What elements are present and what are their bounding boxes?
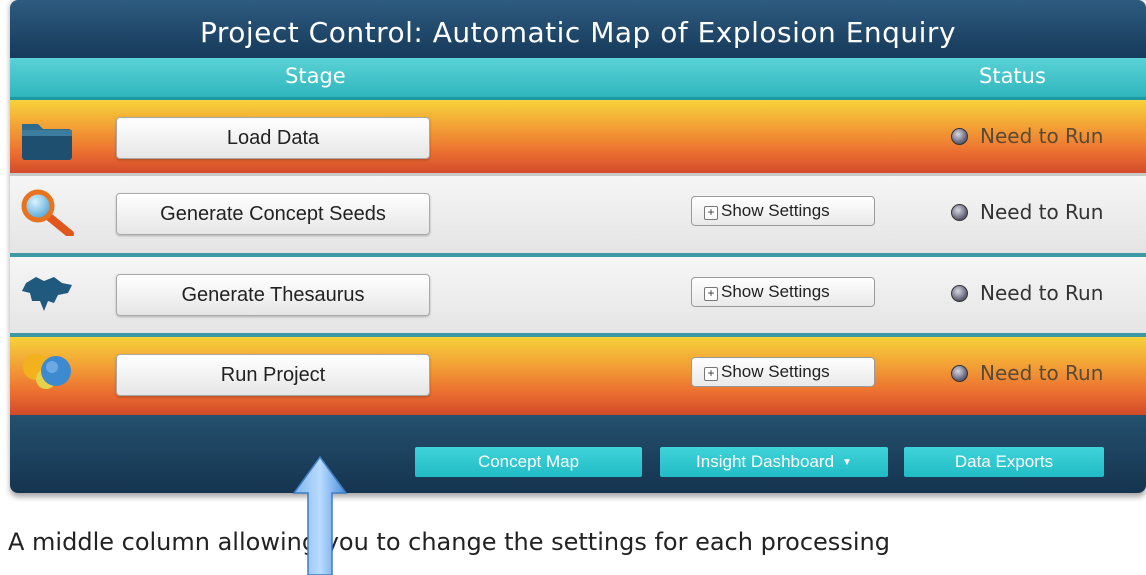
status-indicator-icon [951,128,968,145]
insight-dashboard-label: Insight Dashboard [696,452,835,471]
status-indicator-icon [951,204,968,221]
spheres-icon [23,354,71,389]
map-shape-icon [22,277,72,311]
stage-column-header: Stage [285,64,346,88]
panel-title: Project Control: Automatic Map of Explos… [10,0,1146,58]
run-project-button[interactable]: Run Project [116,354,430,396]
status-text: Need to Run [980,124,1104,148]
status-text: Need to Run [980,200,1104,224]
show-settings-label: Show Settings [721,362,830,381]
generate-concept-seeds-button[interactable]: Generate Concept Seeds [116,193,430,235]
show-settings-label: Show Settings [721,201,830,220]
status-generate-concept-seeds: Need to Run [951,200,1103,224]
column-header-bar: Stage Status [10,58,1146,100]
show-settings-button[interactable]: + Show Settings [691,196,875,226]
status-indicator-icon [951,285,968,302]
show-settings-button[interactable]: + Show Settings [691,277,875,307]
generate-thesaurus-button[interactable]: Generate Thesaurus [116,274,430,316]
status-indicator-icon [951,365,968,382]
stage-row-generate-thesaurus: Generate Thesaurus + Show Settings Need t… [10,257,1146,335]
footer-bar: Concept Map Insight Dashboard ▼ Data Expo… [10,415,1146,493]
stage-row-generate-concept-seeds: Generate Concept Seeds + Show Settings Ne… [10,176,1146,254]
stage-row-load-data: Load Data Need to Run [10,100,1146,174]
up-arrow-icon [292,455,348,575]
caret-down-icon: ▼ [842,457,852,468]
concept-map-button[interactable]: Concept Map [415,447,642,477]
data-exports-button[interactable]: Data Exports [904,447,1104,477]
status-column-header: Status [979,64,1046,88]
project-control-panel: Project Control: Automatic Map of Explos… [10,0,1146,493]
show-settings-label: Show Settings [721,282,830,301]
insight-dashboard-button[interactable]: Insight Dashboard ▼ [660,447,888,477]
status-run-project: Need to Run [951,361,1103,385]
plus-icon: + [704,206,718,220]
plus-icon: + [704,367,718,381]
plus-icon: + [704,287,718,301]
folder-icon [22,124,72,160]
magnifier-icon [21,189,74,236]
status-load-data: Need to Run [951,124,1103,148]
status-generate-thesaurus: Need to Run [951,281,1103,305]
show-settings-button[interactable]: + Show Settings [691,357,875,387]
status-text: Need to Run [980,281,1104,305]
stage-row-run-project: Run Project + Show Settings Need to Run [10,337,1146,415]
status-text: Need to Run [980,361,1104,385]
caption-text: A middle column allowing you to change t… [8,528,890,556]
load-data-button[interactable]: Load Data [116,117,430,159]
